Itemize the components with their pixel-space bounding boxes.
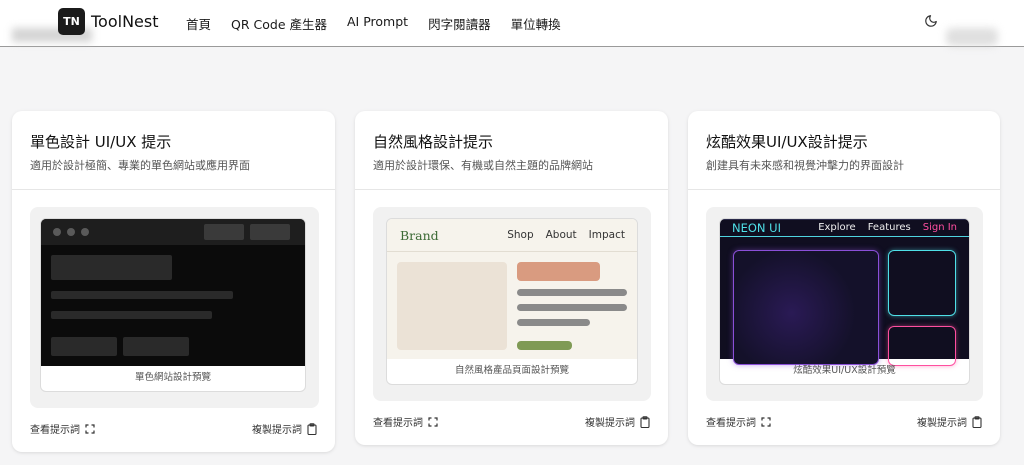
main-nav: 首頁 QR Code 產生器 AI Prompt 閃字閱讀器 單位轉換: [186, 14, 581, 33]
mono-text-line: [51, 311, 212, 319]
card-description: 創建具有未來感和視覺沖擊力的界面設計: [706, 159, 904, 172]
preview-link-signin: Sign In: [922, 222, 957, 233]
preview-link: Explore: [818, 222, 856, 233]
neon-preview-page: NEON UI Explore Features Sign In: [720, 219, 969, 366]
mono-nav-button: [204, 224, 244, 240]
top-nav-bar: TN ToolNest 首頁 QR Code 產生器 AI Prompt 閃字閱…: [0, 0, 1024, 47]
preview-link: About: [545, 229, 577, 241]
logo-badge[interactable]: TN: [58, 8, 85, 35]
prompt-card-neon: 炫酷效果UI/UX設計提示 創建具有未來感和視覺沖擊力的界面設計 NEON UI…: [688, 111, 1000, 445]
copy-prompt-label: 複製提示詞: [585, 418, 635, 429]
view-prompt-label: 查看提示詞: [706, 418, 756, 429]
preview-window: Brand Shop About Impact 自然風格產品頁面設計預覽: [386, 218, 638, 385]
natural-preview-page: Brand Shop About Impact: [387, 219, 637, 359]
card-divider: [355, 189, 668, 190]
neon-panel-cyan: [888, 250, 956, 316]
window-dot: [81, 228, 89, 236]
preview-container: Brand Shop About Impact 自然風格產品頁面設計預覽: [373, 207, 651, 401]
product-button-block: [517, 341, 572, 350]
view-prompt-label: 查看提示詞: [373, 418, 423, 429]
app-name[interactable]: ToolNest: [91, 12, 159, 31]
card-title: 自然風格設計提示: [373, 133, 494, 151]
blurred-overlay-right: [946, 28, 998, 46]
clipboard-icon: [640, 415, 650, 428]
clipboard-icon: [972, 415, 982, 428]
nav-flash-reader[interactable]: 閃字閱讀器: [428, 14, 491, 33]
preview-container: 單色網站設計預覽: [30, 207, 319, 408]
product-text-line: [517, 304, 627, 311]
view-prompt-button[interactable]: 查看提示詞: [706, 414, 771, 429]
copy-prompt-button[interactable]: 複製提示詞: [585, 414, 650, 429]
expand-icon: [761, 416, 771, 427]
mono-button-block: [123, 337, 189, 356]
copy-prompt-label: 複製提示詞: [917, 418, 967, 429]
prompt-card-natural: 自然風格設計提示 適用於設計環保、有機或自然主題的品牌網站 Brand Shop…: [355, 111, 668, 445]
preview-link: Features: [867, 222, 911, 233]
preview-caption: 自然風格產品頁面設計預覽: [454, 365, 569, 376]
expand-icon: [85, 423, 95, 434]
clipboard-icon: [307, 422, 317, 435]
view-prompt-button[interactable]: 查看提示詞: [30, 421, 95, 436]
preview-link: Shop: [507, 229, 534, 241]
card-description: 適用於設計環保、有機或自然主題的品牌網站: [373, 159, 593, 172]
preview-container: NEON UI Explore Features Sign In 炫酷效果UI/…: [706, 207, 983, 401]
preview-links: Shop About Impact: [507, 229, 625, 241]
mono-preview-bar: [41, 219, 305, 245]
theme-toggle-button[interactable]: [920, 10, 942, 32]
card-divider: [688, 189, 1000, 190]
neon-panel-main: [733, 250, 879, 365]
card-description: 適用於設計極簡、專業的單色網站或應用界面: [30, 159, 250, 172]
window-dot: [67, 228, 75, 236]
product-title-block: [517, 262, 600, 281]
card-actions: 查看提示詞 複製提示詞: [706, 414, 982, 429]
product-text-line: [517, 319, 590, 326]
expand-icon: [428, 416, 438, 427]
preview-window: 單色網站設計預覽: [40, 218, 306, 392]
preview-brand: Brand: [400, 228, 439, 243]
window-dot: [53, 228, 61, 236]
card-title: 炫酷效果UI/UX設計提示: [706, 133, 868, 151]
preview-links: Explore Features Sign In: [818, 222, 957, 233]
nav-ai-prompt[interactable]: AI Prompt: [347, 14, 408, 33]
preview-brand: NEON UI: [732, 221, 781, 235]
mono-heading-block: [51, 255, 172, 280]
mono-preview-page: [41, 219, 305, 366]
nav-qr-code[interactable]: QR Code 產生器: [231, 14, 327, 33]
view-prompt-button[interactable]: 查看提示詞: [373, 414, 438, 429]
preview-window: NEON UI Explore Features Sign In 炫酷效果UI/…: [719, 218, 970, 385]
copy-prompt-button[interactable]: 複製提示詞: [252, 421, 317, 436]
view-prompt-label: 查看提示詞: [30, 425, 80, 436]
logo-initials: TN: [63, 15, 80, 28]
mono-text-line: [51, 291, 233, 299]
moon-icon: [925, 15, 937, 27]
copy-prompt-label: 複製提示詞: [252, 425, 302, 436]
product-image-placeholder: [397, 262, 507, 350]
card-actions: 查看提示詞 複製提示詞: [30, 421, 317, 436]
copy-prompt-button[interactable]: 複製提示詞: [917, 414, 982, 429]
card-divider: [12, 189, 335, 190]
preview-caption: 炫酷效果UI/UX設計預覽: [793, 365, 896, 376]
card-actions: 查看提示詞 複製提示詞: [373, 414, 650, 429]
product-text-line: [517, 289, 627, 296]
mono-nav-button: [250, 224, 290, 240]
card-title: 單色設計 UI/UX 提示: [30, 133, 172, 151]
mono-button-block: [51, 337, 117, 356]
prompt-card-monochrome: 單色設計 UI/UX 提示 適用於設計極簡、專業的單色網站或應用界面 單色網站設…: [12, 111, 335, 452]
natural-preview-nav: Brand Shop About Impact: [387, 219, 637, 252]
preview-caption: 單色網站設計預覽: [134, 372, 211, 383]
preview-link: Impact: [588, 229, 625, 241]
nav-home[interactable]: 首頁: [186, 14, 211, 33]
neon-preview-nav: NEON UI Explore Features Sign In: [720, 220, 969, 237]
nav-unit-converter[interactable]: 單位轉換: [511, 14, 561, 33]
